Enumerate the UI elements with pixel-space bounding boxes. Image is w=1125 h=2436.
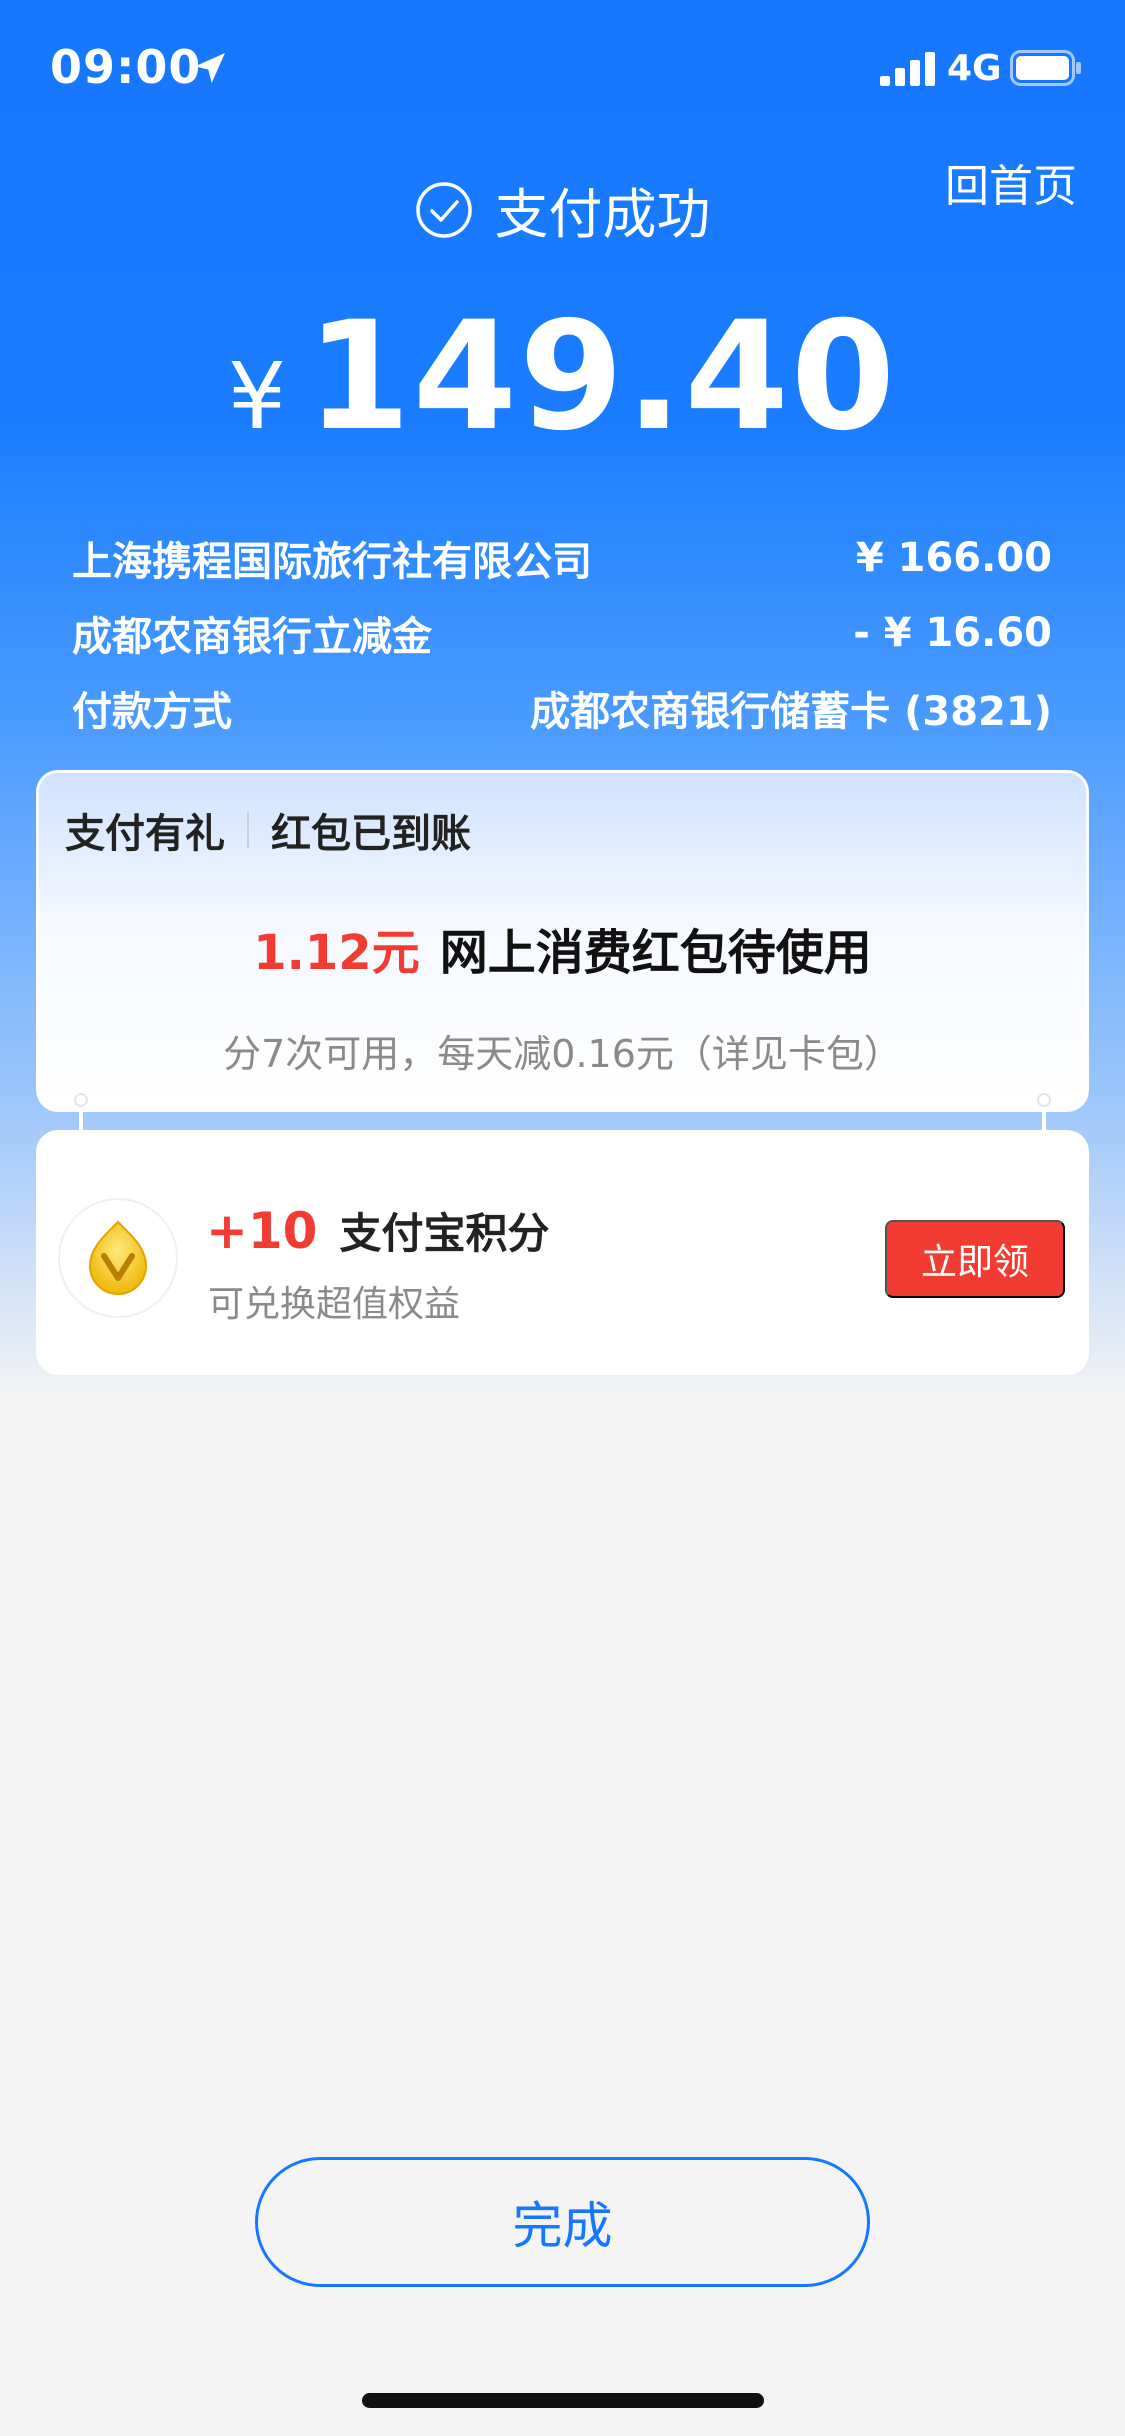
status-time: 09:00 [50,40,202,94]
divider [247,812,249,848]
gold-coin-icon [60,1200,176,1316]
reward-status: 红包已到账 [271,811,471,857]
network-label: 4G [947,48,1002,89]
points-title: +10 支付宝积分 [206,1200,550,1261]
points-card: +10 支付宝积分 可兑换超值权益 立即领 [36,1130,1089,1375]
amount-value: 149.40 [306,290,898,464]
payment-details: 上海携程国际旅行社有限公司 ¥ 166.00 成都农商银行立减金 - ¥ 16.… [72,520,1052,745]
detail-label: 上海携程国际旅行社有限公司 [72,538,592,585]
detail-label: 成都农商银行立减金 [72,613,432,660]
reward-note: 分7次可用，每天减0.16元（详见卡包） [223,1032,902,1076]
detail-row-merchant: 上海携程国际旅行社有限公司 ¥ 166.00 [72,520,1052,595]
title-text: 支付成功 [494,183,711,246]
battery-icon [1010,50,1081,86]
home-indicator [362,2393,764,2408]
done-button[interactable]: 完成 [255,2157,870,2287]
detail-row-method: 付款方式 成都农商银行储蓄卡 (3821) [72,670,1052,745]
claim-points-button[interactable]: 立即领 [885,1220,1065,1298]
currency-symbol: ¥ [227,343,287,450]
paid-amount: ¥ 149.40 [0,290,1125,464]
reward-tag: 支付有礼 [65,811,225,857]
reward-main-line: 1.12元 网上消费红包待使用 [39,913,1086,983]
red-packet-card[interactable]: 支付有礼 红包已到账 1.12元 网上消费红包待使用 分7次可用，每天减0.16… [36,770,1089,1112]
payment-result-title: 支付成功 [0,170,1125,249]
check-circle-icon [415,181,472,238]
detail-value: 成都农商银行储蓄卡 (3821) [530,688,1052,735]
location-arrow-icon [195,53,225,83]
points-label: 支付宝积分 [339,1209,550,1258]
status-bar: 09:00 4G [0,0,1125,140]
detail-value: ¥ 166.00 [855,534,1052,581]
reward-amount: 1.12元 [253,925,420,981]
reward-header: 支付有礼 红包已到账 [65,801,471,859]
points-amount: +10 [206,1202,318,1260]
detail-label: 付款方式 [72,688,232,735]
points-subtitle: 可兑换超值权益 [208,1284,461,1325]
signal-bars-icon [880,52,935,86]
detail-value: - ¥ 16.60 [853,609,1052,656]
detail-row-discount: 成都农商银行立减金 - ¥ 16.60 [72,595,1052,670]
reward-description: 网上消费红包待使用 [439,925,872,981]
